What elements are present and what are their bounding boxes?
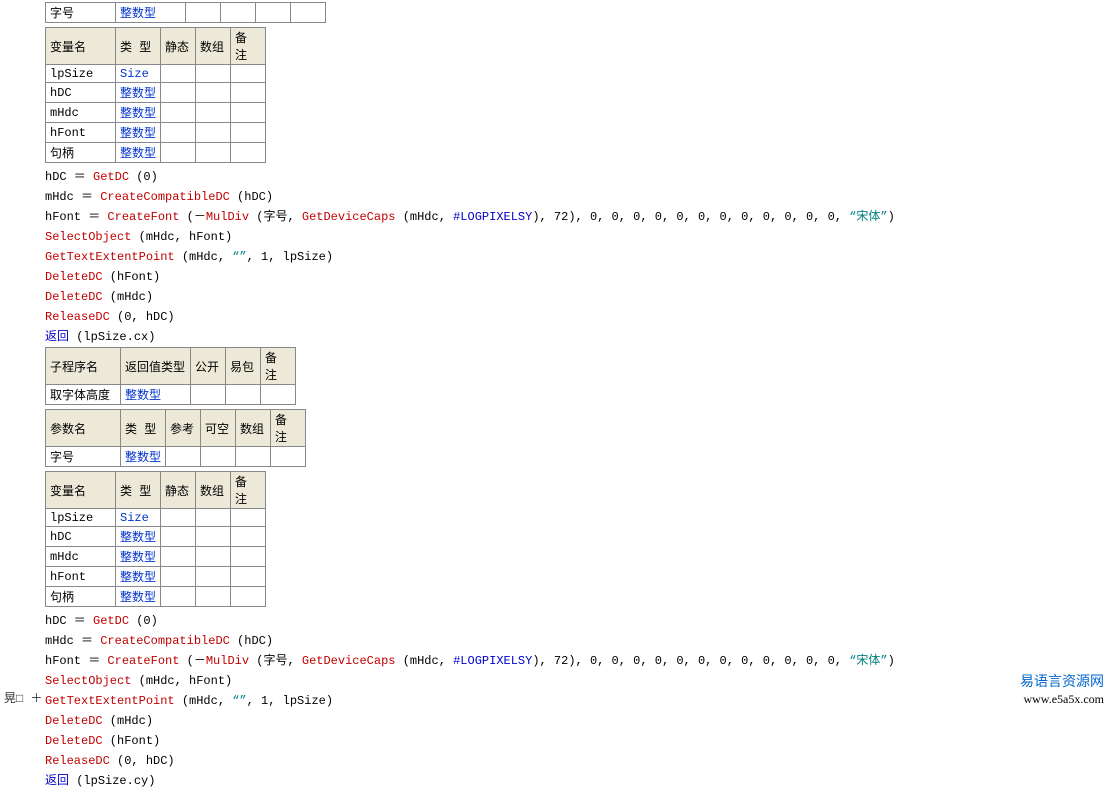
- code-line[interactable]: DeleteDC (hFont): [45, 267, 1114, 287]
- col-type: 类 型: [116, 28, 161, 65]
- watermark-title: 易语言资源网: [1020, 674, 1104, 692]
- col-public: 公开: [191, 348, 226, 385]
- code-line[interactable]: ReleaseDC (0, hDC): [45, 751, 1114, 771]
- code-line[interactable]: ReleaseDC (0, hDC): [45, 307, 1114, 327]
- code-line[interactable]: SelectObject (mHdc, hFont): [45, 227, 1114, 247]
- watermark: 易语言资源网 www.e5a5x.com: [1020, 674, 1104, 708]
- table-row: lpSizeSize: [46, 65, 266, 83]
- code-line[interactable]: DeleteDC (hFont): [45, 731, 1114, 751]
- col-ref: 参考: [166, 410, 201, 447]
- code-line[interactable]: hFont ＝ CreateFont (－MulDiv (字号, GetDevi…: [45, 651, 1114, 671]
- col-epack: 易包: [226, 348, 261, 385]
- col-remark: 备 注: [231, 28, 266, 65]
- fold-icon[interactable]: 晃□ ＋: [4, 692, 42, 706]
- col-array: 数组: [196, 28, 231, 65]
- col-rettype: 返回值类型: [121, 348, 191, 385]
- code-line[interactable]: mHdc ＝ CreateCompatibleDC (hDC): [45, 631, 1114, 651]
- code-line[interactable]: SelectObject (mHdc, hFont): [45, 671, 1114, 691]
- code-line[interactable]: hFont ＝ CreateFont (－MulDiv (字号, GetDevi…: [45, 207, 1114, 227]
- var-table-2: 变量名 类 型 静态 数组 备 注 lpSizeSize hDC整数型 mHdc…: [45, 471, 266, 607]
- code-line[interactable]: DeleteDC (mHdc): [45, 287, 1114, 307]
- col-array: 数组: [236, 410, 271, 447]
- table-row: mHdc整数型: [46, 547, 266, 567]
- watermark-url: www.e5a5x.com: [1020, 692, 1104, 708]
- param-table-top: 字号 整数型: [45, 2, 326, 23]
- col-subname: 子程序名: [46, 348, 121, 385]
- param-type[interactable]: 整数型: [116, 3, 186, 23]
- code-line[interactable]: 返回 (lpSize.cx): [45, 327, 1114, 347]
- code-line[interactable]: GetTextExtentPoint (mHdc, “”, 1, lpSize): [45, 691, 1114, 711]
- col-remark: 备 注: [261, 348, 296, 385]
- col-type: 类 型: [121, 410, 166, 447]
- table-row: lpSizeSize: [46, 509, 266, 527]
- gutter-icons[interactable]: 晃□ ＋: [4, 689, 42, 706]
- code-line[interactable]: GetTextExtentPoint (mHdc, “”, 1, lpSize): [45, 247, 1114, 267]
- table-row: hFont整数型: [46, 123, 266, 143]
- table-row: hFont整数型: [46, 567, 266, 587]
- table-row: 句柄整数型: [46, 587, 266, 607]
- table-row: 字号整数型: [46, 447, 306, 467]
- code-line[interactable]: hDC ＝ GetDC (0): [45, 167, 1114, 187]
- col-static: 静态: [161, 28, 196, 65]
- code-line[interactable]: hDC ＝ GetDC (0): [45, 611, 1114, 631]
- code-line[interactable]: mHdc ＝ CreateCompatibleDC (hDC): [45, 187, 1114, 207]
- table-row: mHdc整数型: [46, 103, 266, 123]
- col-varname: 变量名: [46, 28, 116, 65]
- code-line[interactable]: 返回 (lpSize.cy): [45, 771, 1114, 791]
- col-paramname: 参数名: [46, 410, 121, 447]
- code-line[interactable]: DeleteDC (mHdc): [45, 711, 1114, 731]
- table-row: hDC整数型: [46, 83, 266, 103]
- param-table: 参数名 类 型 参考 可空 数组 备 注 字号整数型: [45, 409, 306, 467]
- col-remark: 备 注: [271, 410, 306, 447]
- param-name: 字号: [46, 3, 116, 23]
- table-row: 句柄整数型: [46, 143, 266, 163]
- var-table-1: 变量名 类 型 静态 数组 备 注 lpSizeSize hDC整数型 mHdc…: [45, 27, 266, 163]
- col-nullable: 可空: [201, 410, 236, 447]
- sub-table: 子程序名 返回值类型 公开 易包 备 注 取字体高度整数型: [45, 347, 296, 405]
- table-row: hDC整数型: [46, 527, 266, 547]
- table-row: 取字体高度整数型: [46, 385, 296, 405]
